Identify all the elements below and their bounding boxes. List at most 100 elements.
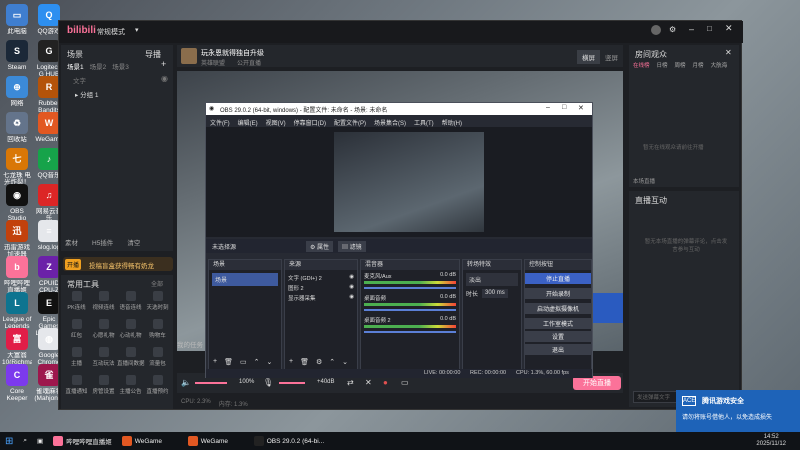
tool-item[interactable]: 红包	[63, 319, 90, 343]
tab-online[interactable]: 在线榜	[633, 61, 650, 69]
control-button[interactable]: 开始录制	[525, 288, 591, 299]
visibility-icon[interactable]: ◉	[349, 274, 354, 282]
start-live-button[interactable]: 开始直播	[573, 376, 621, 390]
promo-banner[interactable]: 开播 投稿盲盒获得畅有奶龙	[63, 257, 173, 271]
tool-item[interactable]: 心动礼物	[117, 319, 144, 343]
mic-icon[interactable]: 🎙	[263, 378, 273, 387]
obs-menu-item[interactable]: 视图(V)	[266, 118, 286, 127]
source-item[interactable]: 文字 (GDI+) 2 ◉	[288, 273, 354, 283]
obs-preview[interactable]	[206, 127, 592, 237]
obs-close-icon[interactable]: ✕	[578, 104, 584, 112]
delete-source-icon[interactable]: 🗑	[300, 358, 309, 366]
tool-item[interactable]: 天选时刻	[144, 291, 171, 315]
mixer-volume-slider[interactable]	[364, 331, 456, 333]
import-button[interactable]: 导播	[145, 49, 161, 60]
stream-title[interactable]: 玩永恩就得独自升级	[201, 48, 264, 58]
tool-item[interactable]: 流量包	[144, 347, 171, 371]
properties-button[interactable]: ⚙ 属性	[306, 241, 334, 252]
tab-day[interactable]: 日榜	[657, 61, 668, 69]
chevron-down-icon[interactable]: ▾	[135, 26, 139, 34]
notification-toast[interactable]: ACE 腾讯游戏安全 请勿将账号借他人，以免造成损失	[676, 390, 800, 432]
add-scene-icon[interactable]: +	[161, 59, 166, 69]
visibility-icon[interactable]: ◉	[349, 284, 354, 292]
move-up-icon[interactable]: ⌃	[254, 358, 260, 366]
tool-item[interactable]: 互动玩法	[90, 347, 117, 371]
tab-guard[interactable]: 大航海	[711, 61, 728, 69]
stream-category[interactable]: 英雄联盟	[201, 58, 225, 67]
task-text[interactable]: 我的任务	[177, 342, 203, 349]
tab-week[interactable]: 周榜	[675, 61, 686, 69]
obs-menu-item[interactable]: 编辑(E)	[238, 118, 258, 127]
avatar[interactable]	[651, 25, 661, 35]
transition-select[interactable]: 淡出	[466, 273, 518, 286]
filters-button[interactable]: ▤ 滤镜	[338, 241, 366, 252]
control-button[interactable]: 工作室模式	[525, 318, 591, 329]
settings-icon[interactable]: ⚙	[669, 25, 676, 34]
source-down-icon[interactable]: ⌄	[342, 358, 348, 366]
material-button[interactable]: 素材	[65, 237, 78, 247]
public-status[interactable]: 公开直播	[237, 58, 261, 67]
tab-scene-2[interactable]: 场景2	[90, 61, 107, 71]
tool-item[interactable]: 心愿礼物	[90, 319, 117, 343]
mute-icon[interactable]: ✕	[365, 378, 372, 387]
tab-portrait[interactable]: 竖屏	[600, 50, 623, 64]
record-icon[interactable]: ●	[383, 378, 388, 387]
add-icon[interactable]: +	[213, 358, 217, 366]
speaker-icon[interactable]: 🔈	[181, 378, 191, 387]
tool-item[interactable]: 直播间数据	[117, 347, 145, 371]
taskbar-app[interactable]: 哔哩哔哩直播姬	[48, 432, 117, 450]
control-button[interactable]: 设置	[525, 331, 591, 342]
mixer-volume-slider[interactable]	[364, 287, 456, 289]
loop-icon[interactable]: ⇄	[347, 378, 354, 387]
tool-item[interactable]: 主播公告	[117, 375, 144, 399]
tool-item[interactable]: PK连线	[63, 291, 90, 315]
h5-plugin-button[interactable]: H5插件	[92, 237, 113, 247]
mixer-volume-slider[interactable]	[364, 309, 456, 311]
scene-item[interactable]: 场景	[212, 273, 278, 286]
maximize-icon[interactable]: □	[707, 24, 712, 33]
taskbar-app[interactable]: WeGame	[183, 432, 249, 450]
tool-item[interactable]: 主播	[63, 347, 90, 371]
tool-item[interactable]: 视频连线	[90, 291, 117, 315]
obs-maximize-icon[interactable]: □	[562, 104, 566, 111]
control-button[interactable]: 退出	[525, 344, 591, 355]
close-panel-icon[interactable]: ✕	[725, 48, 732, 57]
taskview-icon[interactable]: ▣	[32, 432, 48, 450]
tools-all-link[interactable]: 全部	[151, 279, 163, 288]
tab-landscape[interactable]: 横屏	[577, 50, 600, 64]
taskbar-app[interactable]: OBS 29.0.2 (64-bi...	[249, 432, 329, 450]
source-up-icon[interactable]: ⌃	[329, 358, 335, 366]
obs-menu-item[interactable]: 配置文件(P)	[334, 118, 366, 127]
tool-item[interactable]: 购物车	[144, 319, 171, 343]
search-icon[interactable]: ⌕	[18, 432, 32, 450]
visibility-icon[interactable]: ◉	[349, 294, 354, 302]
control-button[interactable]: 停止直播	[525, 273, 591, 284]
tab-scene-3[interactable]: 场景3	[112, 61, 129, 71]
taskbar-app[interactable]: WeGame	[117, 432, 183, 450]
close-icon[interactable]: ✕	[725, 23, 733, 34]
obs-menu-item[interactable]: 场景集合(S)	[374, 118, 406, 127]
screen-icon[interactable]: ▭	[401, 378, 409, 387]
move-down-icon[interactable]: ⌄	[266, 358, 272, 366]
speaker-volume-slider[interactable]	[195, 382, 227, 384]
clock[interactable]: 14:52 2025/11/12	[756, 434, 800, 448]
duration-input[interactable]: 300 ms	[482, 289, 508, 298]
tool-item[interactable]: 直播通知	[63, 375, 90, 399]
stream-cover[interactable]	[181, 48, 197, 64]
obs-menu-item[interactable]: 文件(F)	[210, 118, 230, 127]
minimize-icon[interactable]: –	[689, 24, 694, 34]
source-item[interactable]: 图形 2 ◉	[288, 283, 354, 293]
obs-minimize-icon[interactable]: –	[546, 104, 550, 111]
desktop-icon-core[interactable]: C Core Keeper	[2, 364, 32, 412]
control-button[interactable]: 启动虚拟摄像机	[525, 303, 591, 314]
start-icon[interactable]: ⊞	[0, 432, 18, 450]
clear-button[interactable]: 清空	[127, 237, 140, 247]
mic-volume-slider[interactable]	[279, 382, 305, 384]
add-source-icon[interactable]: +	[289, 358, 293, 366]
obs-menu-item[interactable]: 帮助(H)	[442, 118, 462, 127]
delete-icon[interactable]: 🗑	[224, 358, 233, 366]
tool-item[interactable]: 直播预约	[144, 375, 171, 399]
source-item[interactable]: 显示器采集 ◉	[288, 293, 354, 303]
tab-scene-1[interactable]: 场景1	[67, 61, 84, 71]
config-icon[interactable]: ▭	[240, 358, 247, 366]
